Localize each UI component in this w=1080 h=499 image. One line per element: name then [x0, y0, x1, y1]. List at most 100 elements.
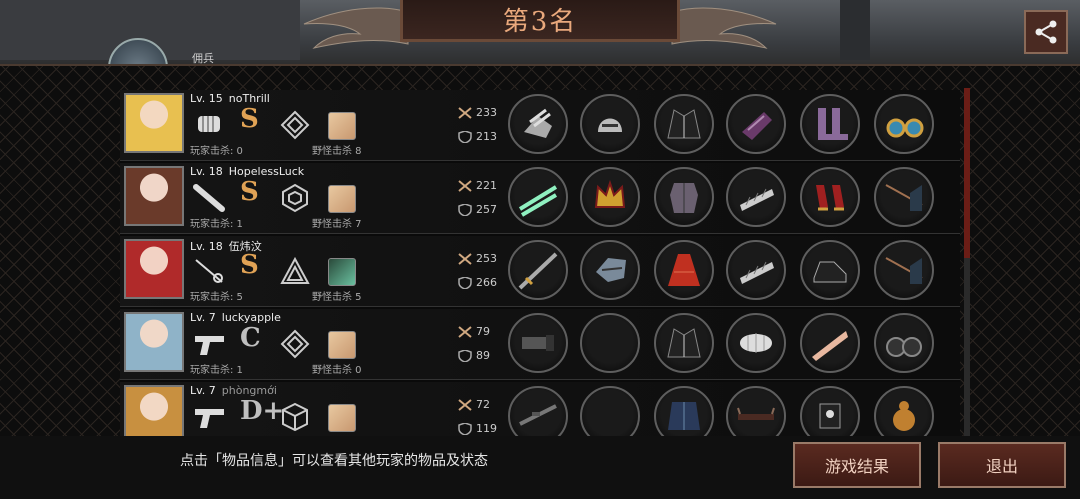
item-slot[interactable] [654, 386, 714, 436]
pistol-icon [192, 402, 228, 432]
dual-swords-icon [518, 185, 558, 217]
player-row[interactable]: Lv. 7 phòngmới D+ 72 119 [120, 382, 960, 436]
player-kills: 玩家击杀: 1 [190, 365, 243, 376]
sneakers-icon [813, 261, 847, 283]
hexagon-rank-icon [280, 183, 310, 213]
player-row[interactable]: Lv. 15 noThrill S 玩家击杀: 0 野怪击杀 8 233 213 [120, 90, 960, 161]
mask-helmet-icon [596, 258, 626, 282]
player-row[interactable]: Lv. 7 luckyapple C 玩家击杀: 1 野怪击杀 0 79 89 [120, 309, 960, 380]
item-slot[interactable] [580, 313, 640, 373]
skill-icon [328, 112, 356, 140]
item-slot[interactable] [874, 94, 934, 154]
player-avatar[interactable] [124, 385, 184, 436]
shield-icon [458, 276, 472, 289]
item-slot[interactable] [800, 386, 860, 436]
defense-value: 213 [476, 130, 497, 143]
item-slot[interactable] [580, 167, 640, 227]
share-button[interactable] [1024, 10, 1068, 54]
attack-stat: 79 [458, 325, 490, 338]
game-result-button[interactable]: 游戏结果 [793, 442, 921, 488]
attack-value: 72 [476, 398, 490, 411]
item-slot[interactable] [508, 94, 568, 154]
attack-stat: 221 [458, 179, 497, 192]
item-slot[interactable] [800, 94, 860, 154]
player-row[interactable]: Lv. 18 伍炜汶 S 玩家击杀: 5 野怪击杀 5 253 266 [120, 236, 960, 307]
player-level: Lv. 7 [190, 311, 216, 324]
item-slot[interactable] [874, 240, 934, 300]
defense-stat: 257 [458, 203, 497, 216]
rifle-icon [519, 404, 557, 426]
item-slot[interactable] [874, 386, 934, 436]
player-avatar[interactable] [124, 239, 184, 299]
item-slot[interactable] [800, 167, 860, 227]
defense-stat: 266 [458, 276, 497, 289]
player-avatar[interactable] [124, 312, 184, 372]
item-slot[interactable] [726, 313, 786, 373]
item-slot[interactable] [800, 313, 860, 373]
scrollbar-thumb[interactable] [964, 88, 970, 258]
player-level: Lv. 15 [190, 92, 223, 105]
item-slot[interactable] [580, 386, 640, 436]
monster-kills: 野怪击杀 0 [312, 365, 362, 376]
item-slot[interactable] [654, 167, 714, 227]
player-row[interactable]: Lv. 18 HopelessLuck S 玩家击杀: 1 野怪击杀 7 221 257 [120, 163, 960, 234]
item-slot[interactable] [726, 240, 786, 300]
grade-badge: S [240, 104, 259, 134]
item-slot[interactable] [654, 240, 714, 300]
grade-badge: D+ [240, 396, 285, 426]
skill-icon [328, 258, 356, 286]
item-slot[interactable] [874, 167, 934, 227]
player-avatar[interactable] [124, 93, 184, 153]
rapier-icon [192, 256, 228, 286]
item-slot[interactable] [508, 313, 568, 373]
defense-value: 89 [476, 349, 490, 362]
earring-icon [886, 118, 924, 138]
pistol-icon [192, 329, 228, 359]
attack-value: 79 [476, 325, 490, 338]
binoculars-icon [886, 337, 922, 357]
spear-icon [885, 184, 923, 211]
grade-badge: C [240, 323, 261, 353]
item-slot[interactable] [874, 313, 934, 373]
boots-icon [818, 108, 848, 140]
exit-button[interactable]: 退出 [938, 442, 1066, 488]
item-slot[interactable] [654, 313, 714, 373]
coat-icon [667, 109, 701, 139]
item-slot[interactable] [508, 167, 568, 227]
item-slot[interactable] [726, 386, 786, 436]
dress-icon [668, 254, 700, 286]
diamond-rank-icon [280, 329, 310, 359]
player-avatar[interactable] [124, 166, 184, 226]
item-slot[interactable] [580, 240, 640, 300]
player-list[interactable]: Lv. 15 noThrill S 玩家击杀: 0 野怪击杀 8 233 213 Lv. 18… [120, 90, 960, 436]
item-slot[interactable] [580, 94, 640, 154]
glasses-icon [737, 407, 775, 420]
item-slot[interactable] [508, 240, 568, 300]
item-slot[interactable] [726, 167, 786, 227]
helmet-icon [598, 118, 622, 132]
skill-icon [328, 331, 356, 359]
cube-rank-icon [280, 402, 310, 432]
item-slot[interactable] [508, 386, 568, 436]
shield-icon [458, 349, 472, 362]
attack-stat: 72 [458, 398, 490, 411]
skill-icon [328, 404, 356, 432]
shield-icon [458, 422, 472, 435]
item-slot[interactable] [726, 94, 786, 154]
defense-stat: 213 [458, 130, 497, 143]
diamond-rank-icon [280, 110, 310, 140]
sword-icon [518, 252, 558, 290]
monster-kills: 野怪击杀 7 [312, 219, 362, 230]
attack-value: 253 [476, 252, 497, 265]
share-icon [1035, 20, 1057, 44]
attack-value: 221 [476, 179, 497, 192]
player-kills: 玩家击杀: 5 [190, 292, 243, 303]
item-slot[interactable] [800, 240, 860, 300]
rank-title-banner: 第3名 [400, 0, 680, 42]
monster-kills: 野怪击杀 8 [312, 146, 362, 157]
item-slot[interactable] [654, 94, 714, 154]
skill-icon [328, 185, 356, 213]
bracer-icon [740, 188, 774, 211]
armor-icon [670, 183, 698, 213]
grade-badge: S [240, 250, 259, 280]
